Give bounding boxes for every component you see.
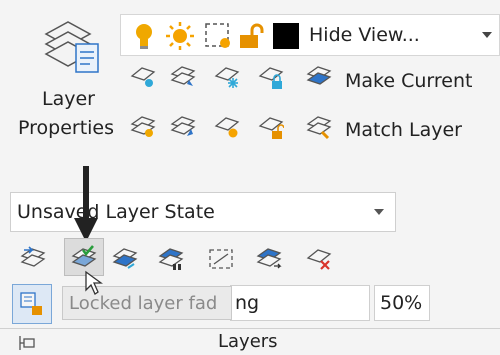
layer-walk-icon[interactable]: [158, 246, 184, 272]
layer-state-value: Unsaved Layer State: [17, 201, 215, 223]
tooltip-text: Locked layer fad: [69, 293, 218, 314]
merge-layers-icon[interactable]: [256, 246, 282, 272]
layer-unisolate-icon[interactable]: [170, 114, 196, 140]
sun-icon: [166, 22, 194, 50]
copy-objects-to-layer-icon[interactable]: [208, 246, 234, 272]
layer-properties-label-line1: Layer: [42, 88, 95, 110]
change-to-current-layer-icon[interactable]: [112, 246, 138, 272]
layer-off-icon[interactable]: [130, 64, 156, 90]
layer-lock-icon[interactable]: [258, 64, 284, 90]
color-swatch: [273, 23, 299, 49]
make-current-icon[interactable]: [306, 64, 332, 90]
chevron-down-icon[interactable]: [373, 208, 385, 216]
layer-isolate-icon[interactable]: [170, 64, 196, 90]
layer-dropdown-value: Hide View...: [309, 24, 420, 46]
layer-properties-label-line2: Properties: [18, 117, 115, 139]
chevron-down-icon[interactable]: [481, 31, 493, 39]
layer-on-icon[interactable]: [130, 114, 156, 140]
match-layer-icon[interactable]: [306, 114, 332, 140]
annotation-arrow-icon: [74, 166, 98, 242]
locked-layer-fading-value-field[interactable]: 50%: [374, 285, 430, 321]
locked-layer-fading-value: 50%: [380, 292, 423, 314]
mouse-cursor-icon: [85, 270, 103, 295]
previous-layer-icon[interactable]: [20, 246, 46, 272]
locked-layer-icon: [20, 292, 42, 315]
layer-state-dropdown[interactable]: Unsaved Layer State: [10, 192, 396, 232]
match-layer-button[interactable]: Match Layer: [345, 119, 462, 141]
panel-title: Layers: [218, 331, 278, 352]
locked-layer-fading-icon: [71, 245, 97, 267]
layer-thaw-icon[interactable]: [214, 114, 240, 140]
locked-layer-fading-label: ng: [235, 292, 260, 314]
layer-dropdown[interactable]: Hide View...: [120, 14, 500, 56]
delete-layer-icon[interactable]: [306, 246, 332, 272]
pin-icon[interactable]: [18, 334, 38, 352]
unlock-icon: [240, 23, 264, 48]
locked-layer-fading-slider[interactable]: ng: [230, 285, 370, 321]
layer-properties-button[interactable]: [34, 16, 104, 78]
layer-freeze-icon[interactable]: [214, 64, 240, 90]
layer-unlock-icon[interactable]: [258, 114, 284, 140]
layer-properties-icon: [44, 21, 99, 73]
panel-divider: [0, 328, 500, 329]
lightbulb-icon: [136, 24, 152, 49]
make-current-button[interactable]: Make Current: [345, 70, 472, 92]
viewport-sun-icon: [205, 23, 230, 48]
locked-layer-fading-toggle[interactable]: [12, 284, 52, 324]
